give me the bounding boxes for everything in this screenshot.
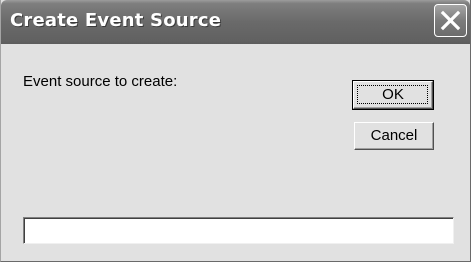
ok-button-label: OK — [382, 86, 404, 103]
close-button[interactable] — [434, 4, 467, 37]
window-title: Create Event Source — [10, 10, 222, 31]
title-bar[interactable]: Create Event Source — [1, 0, 470, 44]
create-event-source-dialog: Create Event Source Event source to crea… — [0, 0, 471, 262]
cancel-button-label: Cancel — [370, 127, 418, 144]
ok-button[interactable]: OK — [352, 80, 434, 110]
event-source-input[interactable] — [23, 217, 454, 244]
close-icon — [440, 10, 461, 31]
event-source-label: Event source to create: — [23, 73, 178, 90]
cancel-button[interactable]: Cancel — [354, 122, 434, 150]
